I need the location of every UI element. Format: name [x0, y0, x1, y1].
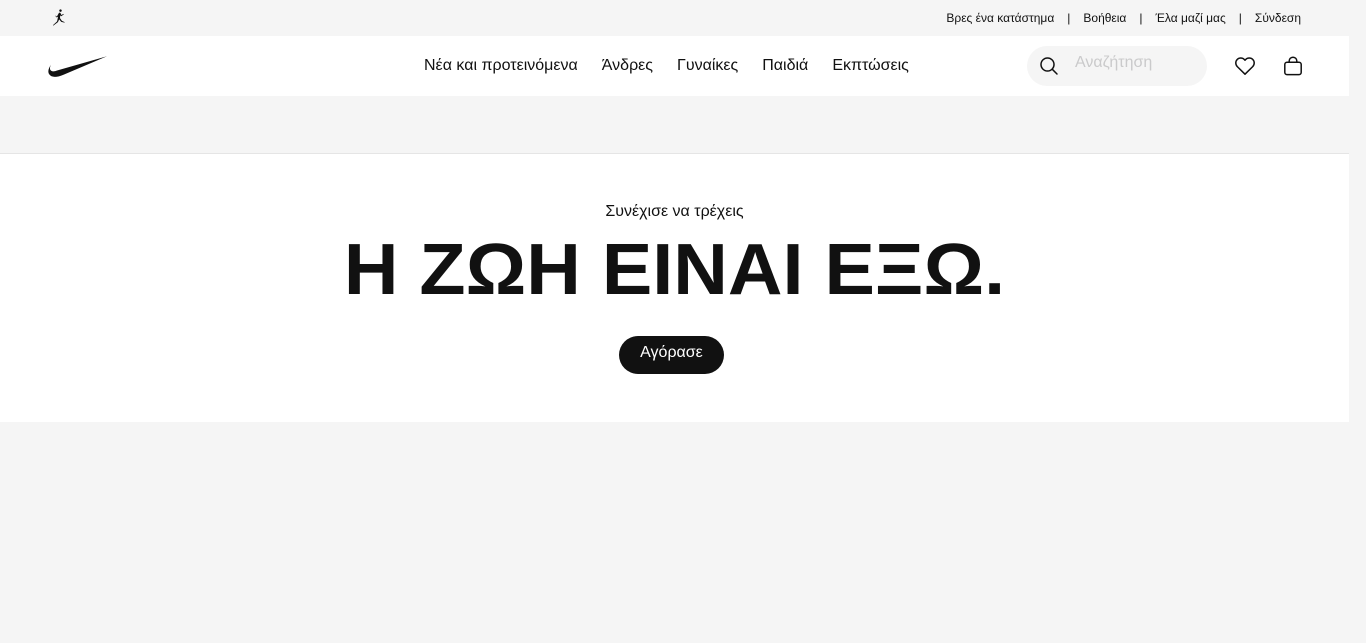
promo-strip [0, 96, 1349, 154]
hero-title: Η ΖΩΗ ΕΙΝΑΙ ΕΞΩ. [343, 230, 1006, 310]
page: Βρες ένα κατάστημα | Βοήθεια | Έλα μαζί … [0, 0, 1366, 643]
scrollbar[interactable] [1349, 0, 1366, 643]
hero-banner: Συνέχισε να τρέχεις Η ΖΩΗ ΕΙΝΑΙ ΕΞΩ. Αγό… [0, 154, 1349, 422]
bag-icon [1284, 56, 1302, 76]
find-store-link[interactable]: Βρες ένα κατάστημα [946, 11, 1054, 25]
nav-new-featured[interactable]: Νέα και προτεινόμενα [424, 57, 578, 75]
sign-in-link[interactable]: Σύνδεση [1255, 11, 1301, 25]
search-input[interactable] [1075, 43, 1201, 83]
main-nav: Νέα και προτεινόμενα Άνδρες Γυναίκες Παι… [424, 36, 909, 96]
content-placeholder [0, 422, 1349, 643]
nav-women[interactable]: Γυναίκες [677, 57, 738, 75]
hero-eyebrow: Συνέχισε να τρέχεις [605, 203, 744, 220]
jordan-logo-icon[interactable] [49, 8, 70, 28]
bag-button[interactable] [1275, 48, 1311, 84]
utility-bar: Βρες ένα κατάστημα | Βοήθεια | Έλα μαζί … [0, 0, 1349, 36]
main-header: Νέα και προτεινόμενα Άνδρες Γυναίκες Παι… [0, 36, 1349, 96]
shop-button[interactable]: Αγόρασε [619, 336, 724, 374]
utility-separator: | [1139, 11, 1143, 25]
nike-swoosh-icon[interactable] [48, 55, 107, 77]
heart-icon [1235, 57, 1255, 75]
help-link[interactable]: Βοήθεια [1083, 11, 1126, 25]
utility-separator: | [1067, 11, 1071, 25]
utility-links: Βρες ένα κατάστημα | Βοήθεια | Έλα μαζί … [946, 0, 1301, 36]
join-us-link[interactable]: Έλα μαζί μας [1156, 11, 1226, 25]
search-box[interactable] [1027, 43, 1207, 86]
favorites-button[interactable] [1227, 48, 1263, 84]
nav-men[interactable]: Άνδρες [602, 57, 653, 75]
search-icon[interactable] [1037, 54, 1061, 78]
nav-sale[interactable]: Εκπτώσεις [832, 57, 909, 75]
utility-separator: | [1238, 11, 1242, 25]
nav-kids[interactable]: Παιδιά [762, 57, 808, 75]
